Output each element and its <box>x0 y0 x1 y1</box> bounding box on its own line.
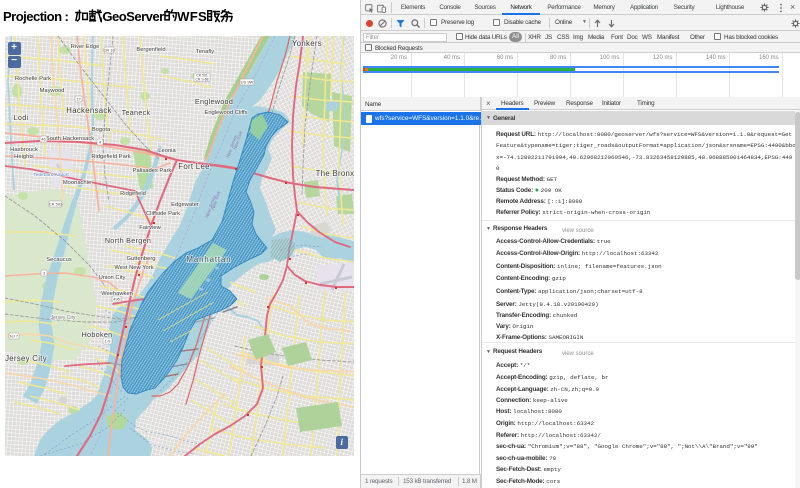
svg-text:Ridgefield: Ridgefield <box>120 191 146 197</box>
svg-text:Palisades Park: Palisades Park <box>133 168 172 174</box>
svg-text:17: 17 <box>76 97 81 102</box>
svg-text:Englewood Cliffs: Englewood Cliffs <box>204 110 247 116</box>
svg-text:US 9W: US 9W <box>241 80 254 85</box>
svg-text:NJ 7: NJ 7 <box>10 334 19 339</box>
svg-text:Union City: Union City <box>99 275 126 281</box>
svg-text:North Bergen: North Bergen <box>105 236 151 245</box>
svg-text:495: 495 <box>113 297 120 302</box>
svg-text:Teterboro Airport: Teterboro Airport <box>33 172 69 178</box>
svg-text:Secaucus: Secaucus <box>46 257 72 263</box>
svg-text:Heights: Heights <box>14 154 34 160</box>
svg-text:Teaneck: Teaneck <box>122 108 151 117</box>
svg-text:Manhattan: Manhattan <box>187 255 232 264</box>
svg-text:West New York: West New York <box>114 265 153 271</box>
svg-text:CR S-68: CR S-68 <box>195 77 208 81</box>
svg-text:Leonia: Leonia <box>158 148 176 154</box>
svg-text:Englewood: Englewood <box>195 97 233 106</box>
svg-text:Bogota: Bogota <box>92 127 111 133</box>
svg-text:Rochelle Park: Rochelle Park <box>15 76 51 82</box>
svg-text:CR 503: CR 503 <box>49 202 63 207</box>
svg-text:46: 46 <box>41 137 46 142</box>
svg-text:The Bronx: The Bronx <box>316 169 354 178</box>
svg-text:Lodi: Lodi <box>14 113 29 122</box>
svg-text:Jersey City: Jersey City <box>51 315 76 321</box>
svg-text:Edgewater: Edgewater <box>171 202 199 208</box>
svg-text:Cliffside Park: Cliffside Park <box>146 211 180 217</box>
svg-text:Jersey City: Jersey City <box>5 354 47 363</box>
svg-text:Hackensack: Hackensack <box>66 106 111 115</box>
svg-text:1-9: 1-9 <box>105 339 112 344</box>
svg-text:Tenafly: Tenafly <box>196 49 214 55</box>
svg-text:Yonkers: Yonkers <box>292 39 322 48</box>
svg-text:Bergenfield: Bergenfield <box>136 47 165 53</box>
svg-text:South Hackensack: South Hackensack <box>46 136 94 142</box>
svg-text:Fairview: Fairview <box>139 225 161 231</box>
svg-text:Guttenberg: Guttenberg <box>126 256 155 262</box>
svg-text:River Edge: River Edge <box>71 44 100 50</box>
svg-text:Maywood: Maywood <box>40 88 65 94</box>
svg-text:Moonachie: Moonachie <box>63 180 91 186</box>
svg-text:Hasbrouck: Hasbrouck <box>10 147 38 153</box>
svg-text:Fort Lee: Fort Lee <box>178 162 209 171</box>
svg-text:CR 10: CR 10 <box>103 48 115 53</box>
svg-text:Ridgefield Park: Ridgefield Park <box>91 154 130 160</box>
